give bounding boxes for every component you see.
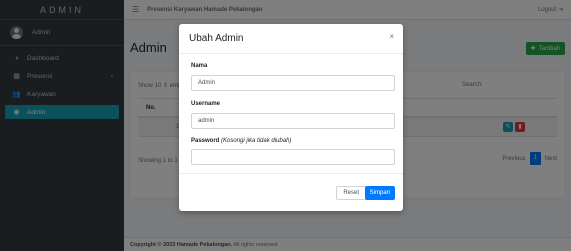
modal-header: Ubah Admin × (179, 24, 403, 54)
reset-button[interactable]: Reset (336, 186, 366, 200)
password-hint: (Kosongi jika tidak diubah) (221, 138, 292, 144)
password-field[interactable] (191, 149, 395, 165)
modal-title: Ubah Admin (189, 33, 244, 44)
username-field[interactable]: admin (191, 113, 395, 129)
nama-label: Nama (191, 63, 208, 69)
password-label-text: Password (191, 138, 220, 144)
modal-footer: Reset Simpan (179, 173, 403, 211)
save-button[interactable]: Simpan (364, 186, 395, 200)
nama-field[interactable]: Admin (191, 75, 395, 91)
username-label: Username (191, 101, 221, 107)
edit-admin-modal: Ubah Admin × Nama Admin Username admin P… (179, 24, 403, 211)
close-icon[interactable]: × (389, 32, 394, 41)
password-label: Password (Kosongi jika tidak diubah) (191, 138, 291, 144)
